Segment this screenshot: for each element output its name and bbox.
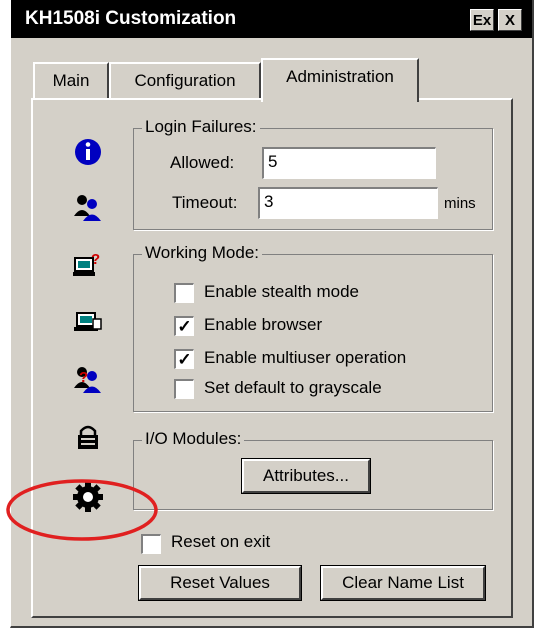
network-alert-icon[interactable]: ?: [71, 248, 105, 282]
network-icon[interactable]: [71, 305, 105, 339]
working-mode-group: Working Mode: Enable stealth mode ✓ Enab…: [133, 243, 493, 412]
io-modules-title: I/O Modules:: [142, 429, 245, 449]
grayscale-label[interactable]: Set default to grayscale: [204, 378, 382, 398]
timeout-unit: mins: [444, 195, 476, 212]
window-title: KH1508i Customization: [25, 8, 237, 29]
title-bar: KH1508i Customization Ex X: [11, 0, 532, 38]
lock-icon[interactable]: [71, 420, 105, 454]
login-failures-title: Login Failures:: [142, 117, 260, 137]
users-icon[interactable]: [71, 190, 105, 224]
tab-strip: Main Configuration Administration: [11, 58, 532, 102]
io-modules-group: I/O Modules: Attributes...: [133, 429, 493, 510]
tab-configuration[interactable]: Configuration: [109, 62, 261, 100]
reset-values-button[interactable]: Reset Values: [138, 565, 302, 601]
tab-administration[interactable]: Administration: [261, 58, 419, 102]
multiuser-checkbox[interactable]: ✓: [174, 349, 194, 369]
stealth-mode-label[interactable]: Enable stealth mode: [204, 282, 359, 302]
allowed-input[interactable]: 5: [262, 147, 436, 179]
working-mode-title: Working Mode:: [142, 243, 263, 263]
allowed-label: Allowed:: [170, 153, 235, 172]
highlight-ellipse: [6, 479, 158, 541]
timeout-label: Timeout:: [172, 193, 238, 212]
attributes-button[interactable]: Attributes...: [241, 458, 371, 494]
grayscale-checkbox[interactable]: [174, 379, 194, 399]
tab-main[interactable]: Main: [33, 62, 109, 100]
svg-text:?: ?: [79, 369, 88, 386]
clear-name-list-button[interactable]: Clear Name List: [320, 565, 486, 601]
login-failures-group: Login Failures: Allowed: 5 Timeout: 3 mi…: [133, 117, 493, 230]
timeout-input[interactable]: 3: [258, 187, 438, 219]
multiuser-label[interactable]: Enable multiuser operation: [204, 348, 406, 368]
stealth-mode-checkbox[interactable]: [174, 283, 194, 303]
user-alert-icon[interactable]: ?: [71, 362, 105, 396]
browser-checkbox[interactable]: ✓: [174, 316, 194, 336]
browser-label[interactable]: Enable browser: [204, 315, 322, 335]
info-icon[interactable]: [71, 135, 105, 169]
svg-text:?: ?: [91, 251, 100, 268]
exit-button[interactable]: Ex: [470, 9, 494, 31]
reset-on-exit-label[interactable]: Reset on exit: [171, 532, 270, 552]
close-button[interactable]: X: [498, 9, 522, 31]
